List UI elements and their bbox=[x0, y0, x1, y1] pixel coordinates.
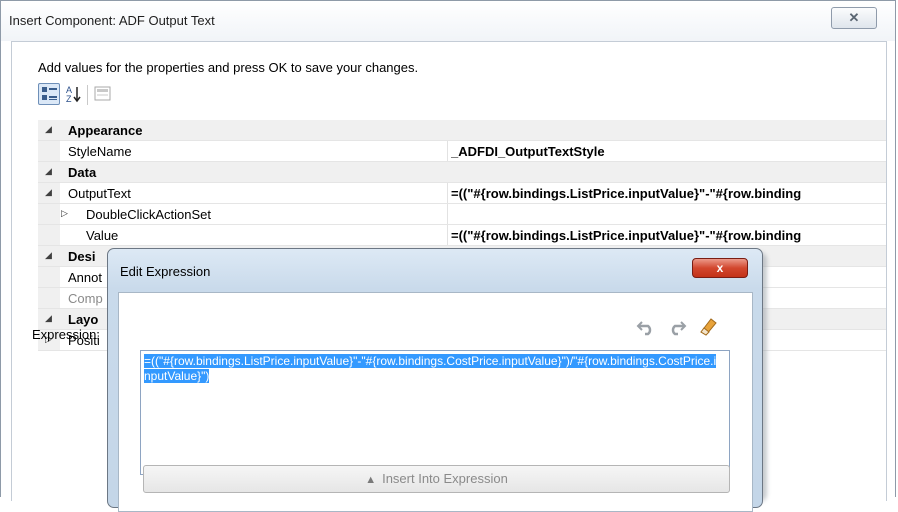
chevron-up-icon: ▲ bbox=[365, 474, 377, 486]
expression-selected-text: =(("#{row.bindings.ListPrice.inputValue}… bbox=[144, 354, 717, 383]
property-category-row[interactable]: ◢ Appearance bbox=[38, 120, 886, 141]
property-name: Desi bbox=[68, 249, 96, 264]
property-pages-icon bbox=[94, 86, 111, 101]
property-name: Appearance bbox=[68, 123, 143, 138]
row-gutter bbox=[38, 267, 60, 287]
insert-into-expression-button[interactable]: ▲ Insert Into Expression bbox=[143, 465, 730, 493]
edit-expression-close-button[interactable]: x bbox=[692, 258, 748, 278]
property-name: Annot bbox=[68, 270, 102, 285]
property-row[interactable]: Value =(("#{row.bindings.ListPrice.inputV… bbox=[38, 225, 886, 246]
toolbar-separator bbox=[87, 85, 88, 105]
expression-textarea[interactable]: =(("#{row.bindings.ListPrice.inputValue}… bbox=[140, 350, 730, 475]
property-row[interactable]: StyleName _ADFDI_OutputTextStyle bbox=[38, 141, 886, 162]
expression-label: Expression: bbox=[32, 327, 100, 342]
instructions-text: Add values for the properties and press … bbox=[38, 60, 419, 75]
property-row[interactable]: ▷ DoubleClickActionSet bbox=[38, 204, 886, 225]
property-category-row[interactable]: ◢ Data bbox=[38, 162, 886, 183]
property-name: DoubleClickActionSet bbox=[86, 207, 212, 222]
expression-text: =(("#{row.bindings.ListPrice.inputValue}… bbox=[144, 354, 719, 384]
property-value[interactable]: _ADFDI_OutputTextStyle bbox=[451, 144, 886, 159]
insert-into-expression-label: Insert Into Expression bbox=[382, 471, 508, 486]
collapse-triangle-icon[interactable]: ◢ bbox=[45, 166, 52, 177]
collapse-triangle-icon[interactable]: ◢ bbox=[45, 250, 52, 261]
collapse-triangle-icon[interactable]: ◢ bbox=[45, 313, 52, 324]
collapse-triangle-icon[interactable]: ◢ bbox=[45, 187, 52, 198]
column-divider bbox=[447, 141, 448, 161]
categorized-view-button[interactable] bbox=[38, 83, 60, 105]
column-divider bbox=[447, 204, 448, 224]
categorized-icon bbox=[42, 87, 57, 100]
collapse-triangle-icon[interactable]: ◢ bbox=[45, 124, 52, 135]
column-divider bbox=[447, 183, 448, 203]
dialog-title: Insert Component: ADF Output Text bbox=[9, 13, 215, 28]
property-row[interactable]: ◢ OutputText =(("#{row.bindings.ListPrice.… bbox=[38, 183, 886, 204]
property-name: StyleName bbox=[68, 144, 132, 159]
dialog-title-bar: Insert Component: ADF Output Text ✕ bbox=[1, 1, 895, 41]
sort-alphabetical-button[interactable]: A Z bbox=[63, 83, 85, 105]
row-gutter bbox=[38, 204, 60, 224]
row-gutter bbox=[38, 225, 60, 245]
eraser-icon[interactable] bbox=[697, 316, 719, 336]
property-name: OutputText bbox=[68, 186, 131, 201]
row-gutter bbox=[38, 288, 60, 308]
sort-az-icon: A Z bbox=[66, 85, 81, 104]
property-value[interactable]: =(("#{row.bindings.ListPrice.inputValue}… bbox=[451, 228, 886, 243]
property-value[interactable]: =(("#{row.bindings.ListPrice.inputValue}… bbox=[451, 186, 886, 201]
column-divider bbox=[447, 225, 448, 245]
property-name: Value bbox=[86, 228, 119, 243]
redo-icon[interactable] bbox=[666, 316, 688, 336]
property-name: Layo bbox=[68, 312, 99, 327]
dialog-close-button[interactable]: ✕ bbox=[831, 7, 877, 29]
svg-text:Z: Z bbox=[66, 94, 72, 104]
expand-triangle-icon[interactable]: ▷ bbox=[61, 208, 68, 219]
undo-icon[interactable] bbox=[635, 316, 657, 336]
property-name: Data bbox=[68, 165, 97, 180]
property-pages-button[interactable] bbox=[92, 83, 114, 105]
row-gutter bbox=[38, 141, 60, 161]
edit-expression-title: Edit Expression bbox=[120, 264, 211, 279]
property-name: Comp bbox=[68, 291, 103, 306]
